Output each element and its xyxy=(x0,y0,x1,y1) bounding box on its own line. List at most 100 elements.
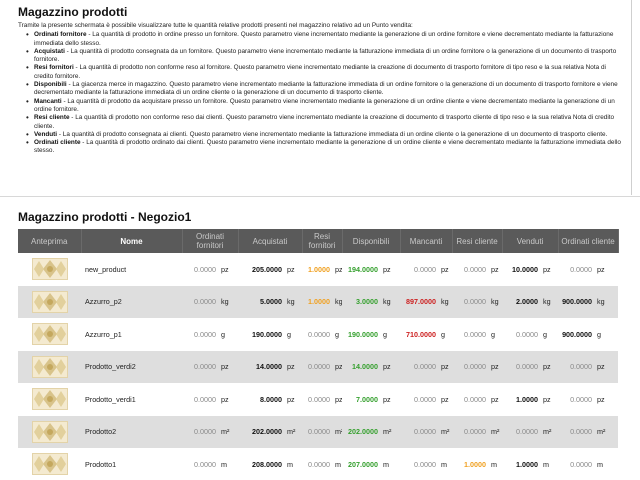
resi-cliente-cell: 0.0000 xyxy=(452,350,489,383)
thumbnail-cell xyxy=(18,350,81,383)
unit-label: kg xyxy=(488,285,503,318)
venduti-value: 1.0000 xyxy=(516,459,539,469)
ordinati-cliente-cell: 0.0000 xyxy=(558,253,595,286)
unit-label: pz xyxy=(218,253,239,286)
disponibili-cell: 194.0000 xyxy=(342,253,381,286)
venduti-value: 10.0000 xyxy=(512,264,539,274)
thumbnail-cell xyxy=(18,253,81,286)
product-thumbnail-icon[interactable] xyxy=(31,388,68,411)
header-venduti[interactable]: Venduti xyxy=(502,229,559,253)
resi-fornitori-value: 0.0000 xyxy=(308,394,331,404)
resi-fornitori-cell: 0.0000 xyxy=(302,383,333,416)
unit-label: pz xyxy=(540,350,559,383)
unit-label: kg xyxy=(540,285,559,318)
unit-label: m² xyxy=(332,415,343,448)
definition-item: Resi cliente - La quantità di prodotto n… xyxy=(26,114,625,131)
venduti-value: 1.0000 xyxy=(516,394,539,404)
table-row: new_product 0.0000 pz 205.0000 pz 1.0000 pz 194… xyxy=(18,253,619,286)
mancanti-value: 0.0000 xyxy=(414,427,437,437)
unit-label: kg xyxy=(218,285,239,318)
unit-label: pz xyxy=(284,383,303,416)
header-disponibili[interactable]: Disponibili xyxy=(342,229,401,253)
product-thumbnail-icon[interactable] xyxy=(31,355,68,378)
disponibili-value: 194.0000 xyxy=(348,264,379,274)
mancanti-cell: 0.0000 xyxy=(400,415,439,448)
header-resi-cliente[interactable]: Resi cliente xyxy=(452,229,503,253)
acquistati-cell: 190.0000 xyxy=(238,318,285,351)
disponibili-value: 207.0000 xyxy=(348,459,379,469)
resi-cliente-value: 0.0000 xyxy=(464,264,487,274)
mancanti-cell: 0.0000 xyxy=(400,253,439,286)
header-mancanti[interactable]: Mancanti xyxy=(400,229,453,253)
resi-fornitori-value: 1.0000 xyxy=(308,297,331,307)
resi-cliente-value: 0.0000 xyxy=(464,362,487,372)
ordinati-fornitori-cell: 0.0000 xyxy=(182,318,218,351)
resi-fornitori-cell: 0.0000 xyxy=(302,318,333,351)
venduti-cell: 1.0000 xyxy=(502,448,541,480)
product-name[interactable]: Prodotto1 xyxy=(81,448,182,480)
unit-label: pz xyxy=(380,253,401,286)
description-panel: Magazzino prodotti Tramite la presente s… xyxy=(12,0,632,195)
unit-label: g xyxy=(284,318,303,351)
product-thumbnail-icon[interactable] xyxy=(31,453,68,476)
header-ordinati-cliente[interactable]: Ordinati cliente xyxy=(558,229,619,253)
unit-label: pz xyxy=(438,350,453,383)
acquistati-value: 14.0000 xyxy=(256,362,283,372)
product-thumbnail-icon[interactable] xyxy=(31,323,68,346)
product-thumbnail-icon[interactable] xyxy=(31,258,68,281)
mancanti-value: 0.0000 xyxy=(414,459,437,469)
resi-fornitori-cell: 1.0000 xyxy=(302,285,333,318)
unit-label: m xyxy=(594,448,619,480)
table-body: new_product 0.0000 pz 205.0000 pz 1.0000 pz 194… xyxy=(18,253,619,480)
resi-cliente-value: 0.0000 xyxy=(464,329,487,339)
thumbnail-pattern-icon xyxy=(32,291,67,312)
definition-term: Disponibili xyxy=(34,81,67,89)
product-name[interactable]: Prodotto_verdi2 xyxy=(81,350,182,383)
unit-label: m² xyxy=(540,415,559,448)
unit-label: m² xyxy=(284,415,303,448)
product-thumbnail-icon[interactable] xyxy=(31,420,68,443)
ordinati-fornitori-cell: 0.0000 xyxy=(182,383,218,416)
table-title: Magazzino prodotti - Negozio1 xyxy=(18,210,192,224)
acquistati-value: 205.0000 xyxy=(252,264,283,274)
definition-item: Resi fornitori - La quantità di prodotto… xyxy=(26,64,625,81)
section-divider xyxy=(0,196,640,197)
unit-label: kg xyxy=(380,285,401,318)
mancanti-cell: 0.0000 xyxy=(400,448,439,480)
resi-fornitori-value: 1.0000 xyxy=(308,264,331,274)
thumbnail-cell xyxy=(18,415,81,448)
resi-fornitori-cell: 1.0000 xyxy=(302,253,333,286)
venduti-cell: 2.0000 xyxy=(502,285,541,318)
resi-cliente-cell: 0.0000 xyxy=(452,318,489,351)
product-name[interactable]: Prodotto2 xyxy=(81,415,182,448)
table-row: Prodotto_verdi1 0.0000 pz 8.0000 pz 0.0000 pz 7… xyxy=(18,383,619,416)
product-name[interactable]: Azzurro_p1 xyxy=(81,318,182,351)
header-acquistati[interactable]: Acquistati xyxy=(238,229,303,253)
disponibili-cell: 3.0000 xyxy=(342,285,381,318)
unit-label: pz xyxy=(380,350,401,383)
unit-label: g xyxy=(218,318,239,351)
definition-term: Resi fornitori xyxy=(34,64,74,72)
unit-label: pz xyxy=(594,350,619,383)
header-nome[interactable]: Nome xyxy=(81,229,183,253)
resi-cliente-cell: 0.0000 xyxy=(452,415,489,448)
thumbnail-pattern-icon xyxy=(32,421,67,442)
acquistati-value: 202.0000 xyxy=(252,427,283,437)
ordinati-fornitori-cell: 0.0000 xyxy=(182,285,218,318)
resi-fornitori-cell: 0.0000 xyxy=(302,350,333,383)
acquistati-cell: 8.0000 xyxy=(238,383,285,416)
header-resi-fornitori[interactable]: Resi fornitori xyxy=(302,229,343,253)
ordinati-fornitori-value: 0.0000 xyxy=(194,362,216,372)
unit-label: m² xyxy=(218,415,239,448)
product-name[interactable]: Prodotto_verdi1 xyxy=(81,383,182,416)
definition-text: - La quantità di prodotto non conforme r… xyxy=(34,114,615,130)
product-thumbnail-icon[interactable] xyxy=(31,290,68,313)
product-name[interactable]: Azzurro_p2 xyxy=(81,285,182,318)
venduti-cell: 1.0000 xyxy=(502,383,541,416)
unit-label: pz xyxy=(488,253,503,286)
product-name[interactable]: new_product xyxy=(81,253,182,286)
disponibili-value: 14.0000 xyxy=(352,362,379,372)
header-ordinati-fornitori[interactable]: Ordinati fornitori xyxy=(182,229,239,253)
ordinati-cliente-value: 0.0000 xyxy=(570,459,593,469)
table-header-row: Anteprima Nome Ordinati fornitori Acquis… xyxy=(18,229,619,253)
